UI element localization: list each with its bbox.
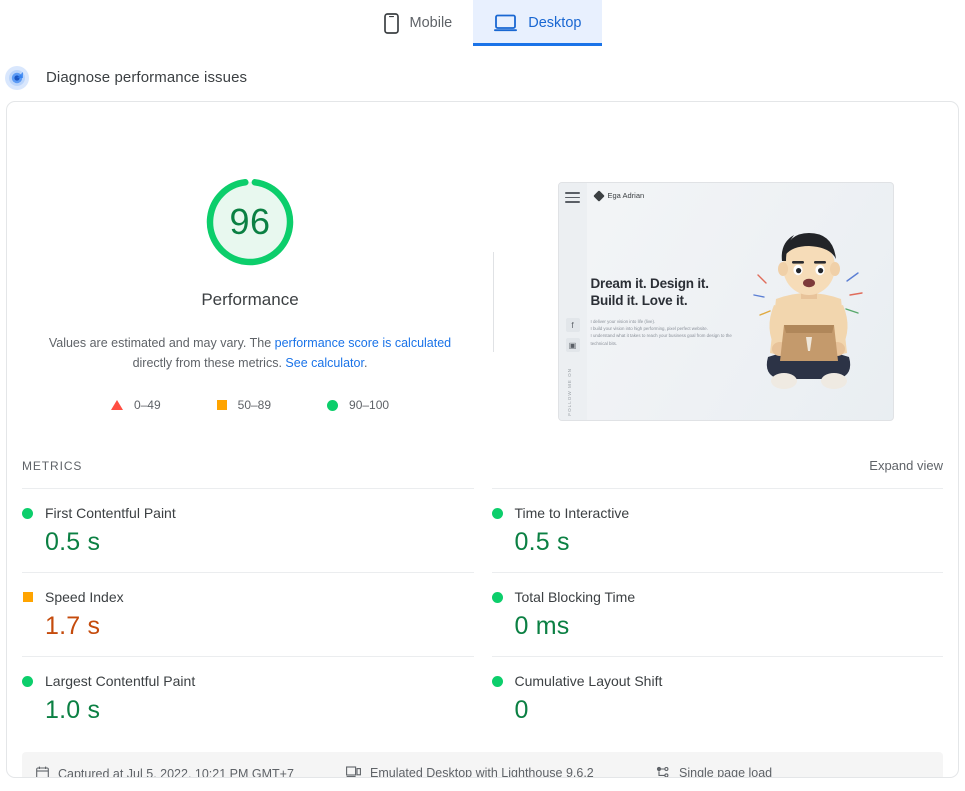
thumbnail-headline-line1: Dream it. Design it.: [590, 276, 709, 291]
tab-desktop-label: Desktop: [528, 15, 582, 31]
metric-value: 0 ms: [514, 612, 570, 640]
metric-first-contentful-paint[interactable]: First Contentful Paint 0.5 s: [22, 488, 474, 572]
phone-icon: [383, 12, 399, 34]
page-screenshot-thumbnail: Ega Adrian Dream it. Design it. Build it…: [557, 182, 894, 421]
diagnose-performance-row[interactable]: Diagnose performance issues: [0, 46, 965, 96]
metrics-grid: First Contentful Paint 0.5 s Time to Int…: [7, 488, 958, 740]
brand-logo-icon: [592, 189, 605, 202]
legend-range-average: 50–89: [237, 398, 272, 412]
score-disclaimer: Values are estimated and may vary. The p…: [40, 333, 460, 373]
circle-icon: [491, 675, 503, 687]
metric-value: 0.5 s: [45, 528, 101, 556]
triangle-icon: [110, 400, 123, 410]
square-icon: [22, 592, 33, 602]
circle-icon: [22, 675, 33, 687]
thumbnail-body-line2: I build your vision into high performing…: [590, 326, 708, 332]
meta-emulation[interactable]: Emulated Desktop with Lighthouse 9.6.2: [346, 765, 656, 777]
metric-speed-index[interactable]: Speed Index 1.7 s: [22, 572, 474, 656]
disclaimer-text-post: .: [363, 356, 368, 370]
calendar-icon: [36, 766, 49, 777]
disclaimer-text-pre: Values are estimated and may vary. The: [48, 336, 275, 350]
thumbnail-headline-line2: Build it. Love it.: [590, 293, 688, 308]
section-divider: [493, 252, 494, 352]
metric-label: Time to Interactive: [514, 505, 630, 521]
facebook-icon: f: [565, 318, 580, 332]
meta-captured-at: Captured at Jul 5, 2022, 10:21 PM GMT+7: [36, 765, 346, 778]
metrics-title: METRICS: [22, 459, 83, 473]
circle-icon: [327, 399, 339, 411]
metric-head: Total Blocking Time: [491, 589, 944, 605]
legend-range-good: 90–100: [349, 398, 390, 412]
tab-mobile[interactable]: Mobile: [362, 0, 474, 46]
page-load-icon: [656, 766, 670, 777]
metric-head: First Contentful Paint: [22, 505, 474, 521]
meta-emulation-label: Emulated Desktop with Lighthouse 9.6.2: [370, 766, 594, 777]
metric-label: First Contentful Paint: [45, 505, 176, 521]
score-column: 96 Performance Values are estimated and …: [7, 174, 493, 458]
radar-pulse-icon: [4, 65, 30, 91]
thumbnail-brand: Ega Adrian: [592, 189, 645, 202]
thumbnail-body-line1: I deliver your vision into life (live).: [590, 319, 656, 324]
metric-head: Cumulative Layout Shift: [491, 673, 944, 689]
thumbnail-side-rail: [558, 183, 587, 420]
diagnose-label: Diagnose performance issues: [46, 69, 248, 86]
metric-label: Cumulative Layout Shift: [514, 673, 663, 689]
metric-label: Speed Index: [45, 589, 124, 605]
desktop-icon: [494, 14, 518, 32]
metric-head: Time to Interactive: [491, 505, 944, 521]
metric-total-blocking-time[interactable]: Total Blocking Time 0 ms: [491, 572, 944, 656]
metrics-header: METRICS Expand view: [7, 458, 958, 488]
thumbnail-follow-label: FOLLOW ME ON: [566, 368, 572, 416]
disclaimer-text-mid: directly from these metrics.: [132, 356, 286, 370]
legend-item-average: 50–89: [216, 398, 272, 412]
legend-item-good: 90–100: [327, 398, 389, 412]
metric-value: 0: [514, 696, 529, 724]
run-metadata: Captured at Jul 5, 2022, 10:21 PM GMT+7 …: [22, 752, 943, 778]
performance-score: 96: [229, 201, 271, 242]
instagram-icon: ▣: [565, 338, 580, 352]
metric-head: Largest Contentful Paint: [22, 673, 474, 689]
hamburger-menu-icon: [564, 192, 580, 206]
metric-label: Largest Contentful Paint: [45, 673, 196, 689]
meta-page-load-type[interactable]: Single page load: [656, 765, 943, 777]
thumbnail-brand-name: Ega Adrian: [607, 191, 645, 200]
tab-mobile-label: Mobile: [409, 15, 453, 31]
circle-icon: [22, 507, 33, 519]
metric-value: 1.7 s: [45, 612, 101, 640]
legend-range-poor: 0–49: [133, 398, 161, 412]
tab-active-underline: [473, 43, 603, 46]
thumbnail-body-line3: I understand what it takes to reach your…: [590, 333, 732, 346]
platform-tabbar: Mobile Desktop: [0, 0, 965, 46]
desktop-small-icon: [346, 766, 361, 777]
performance-score-calculated-link[interactable]: performance score is calculated: [275, 336, 451, 350]
see-calculator-link[interactable]: See calculator: [285, 356, 364, 370]
metric-value: 1.0 s: [45, 696, 101, 724]
metric-largest-contentful-paint[interactable]: Largest Contentful Paint 1.0 s: [22, 656, 474, 740]
report-card: 96 Performance Values are estimated and …: [6, 101, 959, 778]
legend-item-poor: 0–49: [110, 398, 161, 412]
score-legend: 0–49 50–89 90–100: [110, 398, 389, 412]
expand-view-button[interactable]: Expand view: [869, 458, 943, 473]
performance-category-label: Performance: [201, 290, 299, 309]
circle-icon: [491, 591, 503, 603]
performance-gauge: 96: [202, 174, 298, 270]
thumbnail-body-copy: I deliver your vision into life (live). …: [591, 318, 736, 347]
score-section: 96 Performance Values are estimated and …: [7, 102, 958, 458]
screenshot-column: Ega Adrian Dream it. Design it. Build it…: [493, 174, 958, 458]
metric-time-to-interactive[interactable]: Time to Interactive 0.5 s: [491, 488, 944, 572]
tab-desktop[interactable]: Desktop: [473, 0, 603, 46]
meta-captured-label: Captured at Jul 5, 2022, 10:21 PM GMT+7: [58, 766, 294, 778]
thumbnail-headline: Dream it. Design it. Build it. Love it.: [591, 275, 709, 309]
metric-label: Total Blocking Time: [514, 589, 636, 605]
illustration-character: [746, 225, 871, 405]
circle-icon: [491, 507, 503, 519]
meta-page-load-label: Single page load: [679, 766, 772, 777]
square-icon: [216, 400, 227, 410]
metric-head: Speed Index: [22, 589, 474, 605]
metric-cumulative-layout-shift[interactable]: Cumulative Layout Shift 0: [491, 656, 944, 740]
metric-value: 0.5 s: [514, 528, 570, 556]
